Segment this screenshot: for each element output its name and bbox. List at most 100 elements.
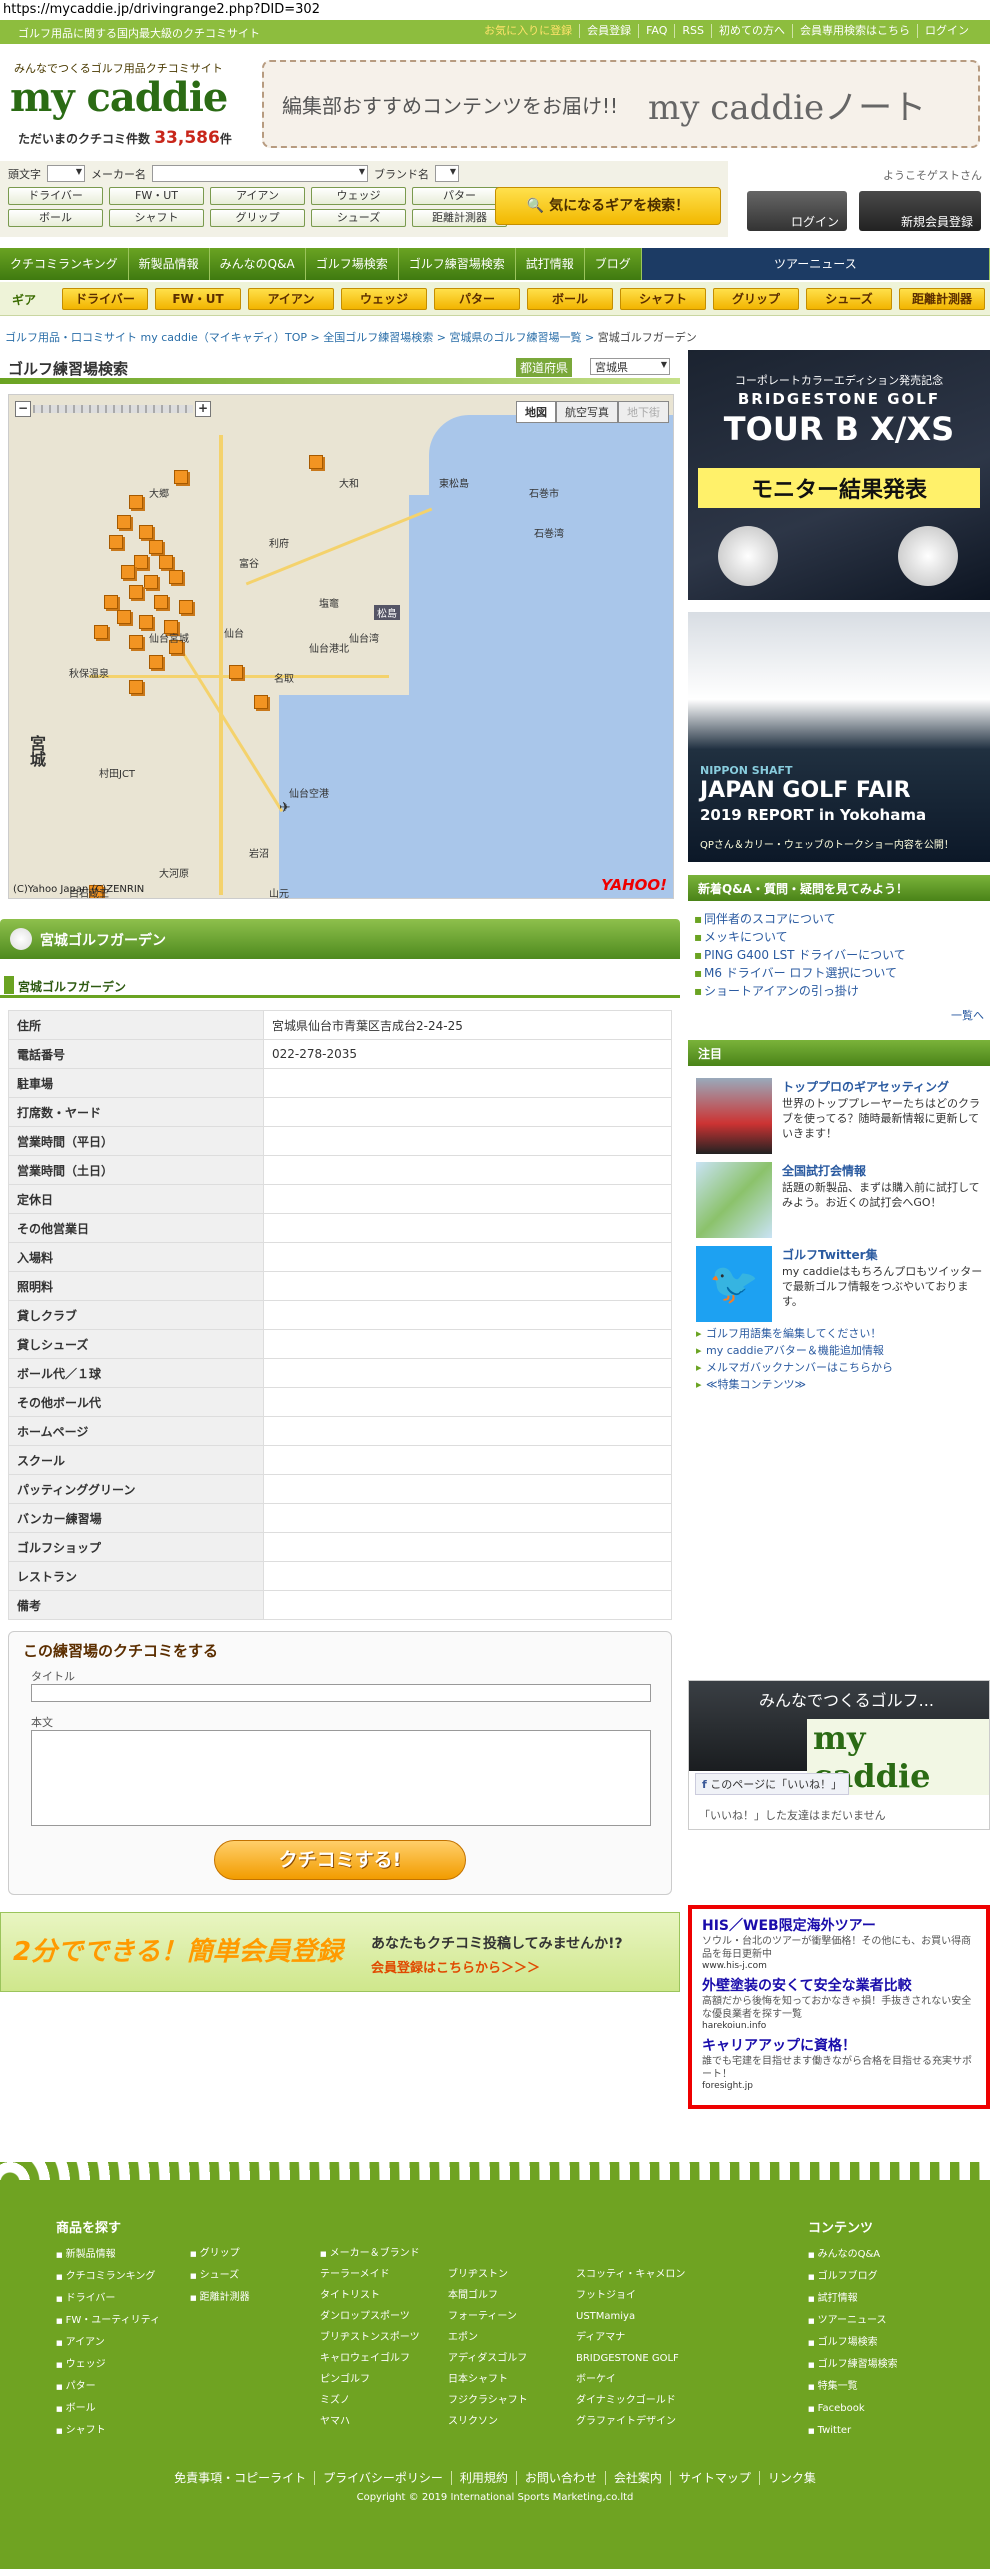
tourb-ad-banner[interactable]: コーポレートカラーエディション発売記念 BRIDGESTONE GOLF TOU… bbox=[688, 350, 990, 600]
range-pin-icon[interactable] bbox=[154, 595, 168, 609]
category-putter[interactable]: パター bbox=[412, 187, 507, 205]
breadcrumb-pref-list[interactable]: 宮城県のゴルフ練習場一覧 bbox=[449, 331, 581, 344]
category-iron[interactable]: アイアン bbox=[210, 187, 305, 205]
gear-search-button[interactable]: 🔍 気になるギアを検索！ bbox=[495, 187, 721, 225]
maker-select[interactable] bbox=[152, 165, 368, 182]
qa-item[interactable]: 同伴者のスコアについて bbox=[694, 910, 990, 928]
footer-link[interactable]: グリップ bbox=[190, 2243, 250, 2265]
footer-link[interactable]: アイアン bbox=[56, 2332, 160, 2354]
footer-link[interactable]: 新製品情報 bbox=[56, 2244, 160, 2266]
footer-link[interactable]: FW・ユーティリティ bbox=[56, 2310, 160, 2332]
footer-bottom-link[interactable]: 会社案内 bbox=[604, 2471, 670, 2485]
footer-maker-link[interactable]: エポン bbox=[448, 2327, 478, 2348]
brand-select[interactable] bbox=[435, 165, 459, 182]
range-pin-icon[interactable] bbox=[174, 470, 188, 484]
category-shoes[interactable]: シューズ bbox=[311, 209, 406, 227]
range-pin-icon[interactable] bbox=[309, 455, 323, 469]
footer-link[interactable]: シャフト bbox=[56, 2420, 160, 2442]
footer-maker-link[interactable]: アディダスゴルフ bbox=[448, 2348, 527, 2369]
footer-link[interactable]: ゴルフ練習場検索 bbox=[808, 2354, 898, 2376]
footer-maker-link[interactable]: フットジョイ bbox=[576, 2285, 636, 2306]
nav-new-products[interactable]: 新製品情報 bbox=[129, 248, 210, 280]
footer-maker-link[interactable]: ブリヂストン bbox=[448, 2264, 508, 2285]
range-pin-icon[interactable] bbox=[109, 535, 123, 549]
range-pin-icon[interactable] bbox=[129, 585, 143, 599]
pick-item[interactable]: 全国試打会情報 話題の新製品、まずは購入前に試打してみよう。お近くの試打会へGO… bbox=[696, 1162, 988, 1242]
facebook-like-button[interactable]: f このページに「いいね！」 bbox=[695, 1773, 850, 1795]
footer-link[interactable]: 距離計測器 bbox=[190, 2287, 250, 2309]
footer-maker-link[interactable]: ディアマナ bbox=[576, 2327, 625, 2348]
footer-link[interactable]: ゴルフ場検索 bbox=[808, 2332, 898, 2354]
footer-link[interactable]: 試打情報 bbox=[808, 2288, 898, 2310]
range-pin-icon[interactable] bbox=[179, 600, 193, 614]
nav-range-search[interactable]: ゴルフ練習場検索 bbox=[399, 248, 516, 280]
range-pin-icon[interactable] bbox=[144, 575, 158, 589]
footer-maker-link[interactable]: BRIDGESTONE GOLF bbox=[576, 2348, 679, 2369]
gear-fw-ut[interactable]: FW・UT bbox=[155, 288, 241, 310]
range-pin-icon[interactable] bbox=[94, 625, 108, 639]
gear-iron[interactable]: アイアン bbox=[248, 288, 334, 310]
footer-maker-link[interactable]: ミズノ bbox=[320, 2390, 350, 2411]
text-ad-url[interactable]: www.his-j.com bbox=[702, 1961, 976, 1971]
easy-register-banner[interactable]: 2分でできる！簡単会員登録 あなたもクチコミ投稿してみませんか!? 会員登録はこ… bbox=[0, 1912, 680, 1992]
footer-maker-link[interactable]: ダンロップスポーツ bbox=[320, 2306, 410, 2327]
range-pin-icon[interactable] bbox=[169, 570, 183, 584]
footer-maker-link[interactable]: ブリヂストンスポーツ bbox=[320, 2327, 420, 2348]
nav-review-ranking[interactable]: クチコミランキング bbox=[0, 248, 129, 280]
gear-shaft[interactable]: シャフト bbox=[620, 288, 706, 310]
easy-register-line2[interactable]: 会員登録はこちらから＞＞＞ bbox=[371, 1957, 540, 1976]
pick-title[interactable]: ゴルフTwitter集 bbox=[782, 1246, 878, 1263]
footer-maker-link[interactable]: キャロウェイゴルフ bbox=[320, 2348, 410, 2369]
faq-link[interactable]: FAQ bbox=[638, 24, 674, 38]
prefecture-select[interactable]: 宮城県 bbox=[590, 358, 670, 375]
map-type-aerial[interactable]: 航空写真 bbox=[556, 401, 618, 423]
pick-title[interactable]: 全国試打会情報 bbox=[782, 1162, 866, 1179]
range-pin-icon[interactable] bbox=[139, 525, 153, 539]
footer-link[interactable]: Twitter bbox=[808, 2420, 898, 2442]
range-pin-icon[interactable] bbox=[139, 615, 153, 629]
pick-link[interactable]: my caddieアバター＆機能追加情報 bbox=[696, 1342, 988, 1359]
range-pin-icon[interactable] bbox=[229, 665, 243, 679]
breadcrumb-top[interactable]: ゴルフ用品・口コミサイト my caddie（マイキャディ）TOP bbox=[5, 331, 307, 344]
range-map[interactable]: 大郷 大和 東松島 石巻市 石巻湾 松島 塩竈 富谷 仙台 仙台宮城 秋保温泉 … bbox=[8, 394, 674, 899]
facebook-page-name[interactable]: みんなでつくるゴルフ... bbox=[759, 1687, 934, 1711]
range-pin-icon[interactable] bbox=[254, 695, 268, 709]
footer-maker-link[interactable]: フジクラシャフト bbox=[448, 2390, 528, 2411]
category-grip[interactable]: グリップ bbox=[210, 209, 305, 227]
site-logo[interactable]: my caddie bbox=[10, 74, 228, 121]
login-button[interactable]: ログイン bbox=[747, 191, 847, 231]
category-ball[interactable]: ボール bbox=[8, 209, 103, 227]
footer-maker-link[interactable]: テーラーメイド bbox=[320, 2264, 390, 2285]
gear-grip[interactable]: グリップ bbox=[713, 288, 799, 310]
text-ad-url[interactable]: foresight.jp bbox=[702, 2081, 976, 2091]
footer-maker-link[interactable]: ヤマハ bbox=[320, 2411, 350, 2432]
gear-rangefinder[interactable]: 距離計測器 bbox=[899, 288, 985, 310]
footer-maker-link[interactable]: タイトリスト bbox=[320, 2285, 380, 2306]
pick-title[interactable]: トッププロのギアセッティング bbox=[782, 1078, 949, 1095]
footer-maker-link[interactable]: グラファイトデザイン bbox=[576, 2411, 676, 2432]
range-pin-icon[interactable] bbox=[129, 635, 143, 649]
zoom-in-button[interactable]: + bbox=[195, 401, 211, 417]
beginner-link[interactable]: 初めての方へ bbox=[711, 24, 792, 38]
footer-maker-link[interactable]: スリクソン bbox=[448, 2411, 498, 2432]
pick-item[interactable]: 🐦 ゴルフTwitter集 my caddieはもちろんプロもツイッターで最新ゴ… bbox=[696, 1246, 988, 1326]
golf-fair-ad-banner[interactable]: NIPPON SHAFT JAPAN GOLF FAIR 2019 REPORT… bbox=[688, 612, 990, 862]
zoom-slider[interactable] bbox=[33, 405, 193, 413]
range-pin-icon[interactable] bbox=[149, 655, 163, 669]
range-pin-icon[interactable] bbox=[104, 595, 118, 609]
category-wedge[interactable]: ウェッジ bbox=[311, 187, 406, 205]
pick-link[interactable]: ゴルフ用語集を編集してください！ bbox=[696, 1325, 988, 1342]
qa-item[interactable]: PING G400 LST ドライバーについて bbox=[694, 946, 990, 964]
range-pin-icon[interactable] bbox=[129, 680, 143, 694]
footer-link[interactable]: シューズ bbox=[190, 2265, 250, 2287]
text-ad-url[interactable]: harekoiun.info bbox=[702, 2021, 976, 2031]
map-type-underground[interactable]: 地下街 bbox=[618, 401, 669, 423]
register-button[interactable]: 新規会員登録 bbox=[859, 191, 981, 231]
range-pin-icon[interactable] bbox=[117, 515, 131, 529]
review-body-textarea[interactable] bbox=[31, 1730, 651, 1826]
nav-blog[interactable]: ブログ bbox=[585, 248, 642, 280]
nav-qa[interactable]: みんなのQ&A bbox=[210, 248, 306, 280]
range-pin-icon[interactable] bbox=[149, 540, 163, 554]
pick-link[interactable]: メルマガバックナンバーはこちらから bbox=[696, 1359, 988, 1376]
qa-item[interactable]: ショートアイアンの引っ掛け bbox=[694, 982, 990, 1000]
